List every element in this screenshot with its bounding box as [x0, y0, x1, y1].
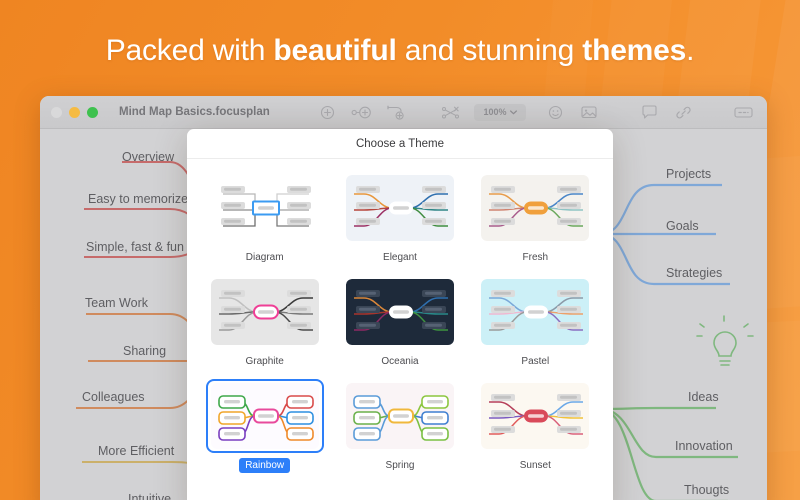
- toolbar-right-group: [538, 100, 767, 124]
- marketing-headline: Packed with beautiful and stunning theme…: [0, 34, 800, 68]
- mindmap-node[interactable]: Thougts: [684, 483, 729, 497]
- mindmap-node[interactable]: Innovation: [675, 439, 733, 453]
- theme-thumbnail-frame[interactable]: [476, 379, 594, 453]
- zoom-control[interactable]: 100%: [474, 103, 526, 121]
- theme-thumbnail-preview: [345, 383, 454, 449]
- document-title: Mind Map Basics.focusplan: [119, 106, 270, 118]
- task-icon[interactable]: [760, 100, 767, 124]
- theme-thumbnail-frame[interactable]: [206, 275, 324, 349]
- headline-bold-1: beautiful: [273, 34, 397, 67]
- theme-card-oceania[interactable]: Oceania: [336, 275, 463, 369]
- theme-label: Pastel: [521, 356, 550, 367]
- theme-label: Spring: [385, 460, 415, 471]
- lightbulb-icon: [696, 315, 754, 366]
- chevron-down-icon: [509, 109, 517, 115]
- toolbar-left-group: [310, 100, 468, 124]
- mindmap-node[interactable]: Goals: [666, 219, 699, 233]
- zoom-level-value: 100%: [483, 107, 507, 117]
- headline-part-1: Packed with: [105, 34, 274, 67]
- theme-card-pastel[interactable]: Pastel: [472, 275, 599, 369]
- theme-thumbnail-preview: [345, 279, 454, 345]
- theme-thumbnail-preview: [481, 279, 590, 345]
- theme-thumbnail-preview: [481, 175, 590, 241]
- theme-thumbnail-preview: [210, 175, 319, 241]
- mindmap-node[interactable]: More Efficient: [98, 444, 174, 458]
- theme-grid: Diagram Elegant Fresh Graphite Oceania Pastel…: [187, 159, 613, 473]
- image-icon[interactable]: [572, 100, 606, 124]
- comment-icon[interactable]: [632, 100, 666, 124]
- mindmap-node[interactable]: Team Work: [85, 296, 148, 310]
- traffic-light-buttons[interactable]: [51, 106, 98, 118]
- theme-card-sunset[interactable]: Sunset: [472, 379, 599, 473]
- headline-part-3: .: [686, 34, 695, 67]
- add-subtopic-icon[interactable]: [344, 100, 378, 124]
- theme-card-diagram[interactable]: Diagram: [201, 171, 328, 265]
- theme-thumbnail-frame[interactable]: [476, 171, 594, 245]
- headline-part-2: and stunning: [396, 34, 583, 67]
- dialog-title: Choose a Theme: [187, 129, 613, 159]
- mindmap-node[interactable]: Intuitive: [128, 492, 171, 500]
- theme-thumbnail-frame[interactable]: [341, 379, 459, 453]
- mindmap-node[interactable]: Overview: [122, 150, 174, 164]
- theme-label: Sunset: [519, 460, 551, 471]
- theme-label: Diagram: [245, 252, 284, 263]
- theme-card-graphite[interactable]: Graphite: [201, 275, 328, 369]
- theme-thumbnail-frame[interactable]: [341, 171, 459, 245]
- mindmap-node[interactable]: Ideas: [688, 390, 719, 404]
- add-relation-icon[interactable]: [378, 100, 412, 124]
- link-icon[interactable]: [666, 100, 700, 124]
- theme-thumbnail-frame[interactable]: [205, 379, 324, 453]
- theme-thumbnail-preview: [345, 175, 454, 241]
- theme-label: Graphite: [245, 356, 284, 367]
- theme-thumbnail-preview: [481, 383, 590, 449]
- mindmap-node[interactable]: Easy to memorize: [88, 192, 188, 206]
- theme-card-fresh[interactable]: Fresh: [472, 171, 599, 265]
- emoji-icon[interactable]: [538, 100, 572, 124]
- mindmap-node[interactable]: Projects: [666, 167, 711, 181]
- minimize-button-icon[interactable]: [69, 106, 80, 118]
- mindmap-node[interactable]: Sharing: [123, 344, 166, 358]
- theme-label: Elegant: [383, 252, 417, 263]
- theme-thumbnail-frame[interactable]: [206, 171, 324, 245]
- theme-thumbnail-preview: [210, 279, 319, 345]
- maximize-button-icon[interactable]: [87, 106, 98, 118]
- theme-card-spring[interactable]: Spring: [336, 379, 463, 473]
- theme-label: Oceania: [381, 356, 419, 367]
- mindmap-node[interactable]: Simple, fast & fun: [86, 240, 184, 254]
- choose-theme-dialog: Choose a Theme Diagram Elegant Fresh Graphi…: [187, 129, 613, 500]
- mindmap-node[interactable]: Colleagues: [82, 390, 145, 404]
- theme-label: Rainbow: [239, 458, 291, 473]
- theme-thumbnail-preview: [210, 383, 319, 449]
- add-topic-icon[interactable]: [310, 100, 344, 124]
- theme-label: Fresh: [522, 252, 549, 263]
- boundary-icon[interactable]: [434, 100, 468, 124]
- app-window: Mind Map Basics.focusplan 100% Overview …: [40, 96, 767, 500]
- theme-thumbnail-frame[interactable]: [476, 275, 594, 349]
- headline-bold-2: themes: [582, 34, 687, 67]
- theme-thumbnail-frame[interactable]: [341, 275, 459, 349]
- theme-card-rainbow[interactable]: Rainbow: [201, 379, 328, 473]
- mindmap-node[interactable]: Strategies: [666, 266, 722, 280]
- note-icon[interactable]: [726, 100, 760, 124]
- close-button-icon[interactable]: [51, 106, 62, 118]
- window-titlebar: Mind Map Basics.focusplan 100%: [40, 96, 767, 129]
- theme-card-elegant[interactable]: Elegant: [336, 171, 463, 265]
